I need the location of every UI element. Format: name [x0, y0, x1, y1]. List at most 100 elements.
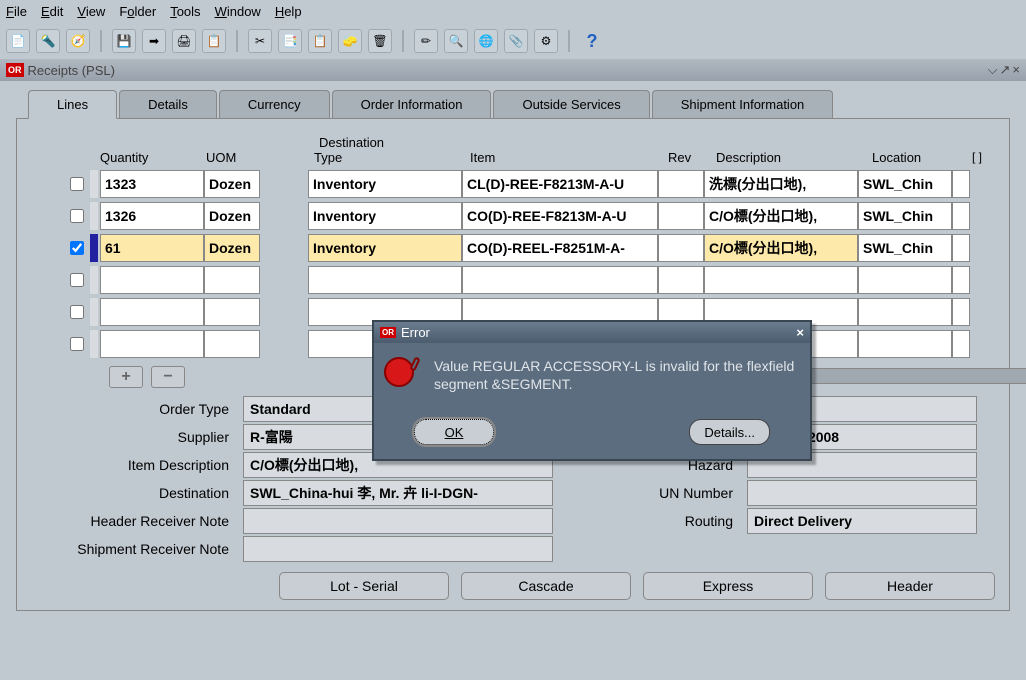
tool-translate[interactable]: 🌐 — [474, 29, 498, 53]
flex-input[interactable] — [952, 298, 970, 326]
table-row — [64, 200, 1026, 232]
item-input[interactable] — [462, 170, 658, 198]
tool-cut[interactable]: ✂ — [248, 29, 272, 53]
uom-input[interactable] — [204, 298, 260, 326]
dest-type-input[interactable] — [308, 266, 462, 294]
tool-nav[interactable]: 🧭 — [66, 29, 90, 53]
uom-input[interactable] — [204, 170, 260, 198]
rev-input[interactable] — [658, 202, 704, 230]
description-input[interactable] — [704, 266, 858, 294]
ok-button[interactable]: OK — [414, 419, 494, 445]
tab-order-info[interactable]: Order Information — [332, 90, 492, 119]
col-location: Location — [872, 150, 968, 168]
location-input[interactable] — [858, 234, 952, 262]
rev-input[interactable] — [658, 234, 704, 262]
rev-input[interactable] — [658, 266, 704, 294]
location-input[interactable] — [858, 202, 952, 230]
dest-type-input[interactable] — [308, 234, 462, 262]
error-titlebar[interactable]: OR Error × — [374, 322, 810, 343]
tool-save[interactable]: 💾 — [112, 29, 136, 53]
menu-window[interactable]: Window — [215, 4, 261, 19]
dest-type-input[interactable] — [308, 170, 462, 198]
description-input[interactable] — [704, 202, 858, 230]
tool-attach[interactable]: 📎 — [504, 29, 528, 53]
tool-folder[interactable]: ⚙ — [534, 29, 558, 53]
flex-input[interactable] — [952, 202, 970, 230]
tab-details[interactable]: Details — [119, 90, 217, 119]
description-input[interactable] — [704, 170, 858, 198]
destination-field[interactable] — [243, 480, 553, 506]
add-row-button[interactable]: + — [109, 366, 143, 388]
rev-input[interactable] — [658, 170, 704, 198]
express-button[interactable]: Express — [643, 572, 813, 600]
menu-folder[interactable]: Folder — [119, 4, 156, 19]
menu-edit[interactable]: Edit — [41, 4, 63, 19]
shipment-recv-field[interactable] — [243, 536, 553, 562]
header-recv-field[interactable] — [243, 508, 553, 534]
routing-field[interactable] — [747, 508, 977, 534]
row-checkbox[interactable] — [70, 241, 84, 255]
quantity-input[interactable] — [100, 202, 204, 230]
item-input[interactable] — [462, 266, 658, 294]
flex-input[interactable] — [952, 234, 970, 262]
row-checkbox[interactable] — [70, 177, 84, 191]
location-input[interactable] — [858, 330, 952, 358]
row-indicator — [90, 170, 98, 198]
uom-input[interactable] — [204, 330, 260, 358]
remove-row-button[interactable]: − — [151, 366, 185, 388]
tool-copy[interactable]: 📑 — [278, 29, 302, 53]
flex-input[interactable] — [952, 266, 970, 294]
tool-paste[interactable]: 📋 — [308, 29, 332, 53]
tool-clear[interactable]: 🧽 — [338, 29, 362, 53]
quantity-input[interactable] — [100, 234, 204, 262]
uom-input[interactable] — [204, 234, 260, 262]
menu-tools[interactable]: Tools — [170, 4, 200, 19]
tool-next[interactable]: ➡ — [142, 29, 166, 53]
menu-view[interactable]: View — [77, 4, 105, 19]
details-button[interactable]: Details... — [689, 419, 770, 445]
row-checkbox[interactable] — [70, 305, 84, 319]
quantity-input[interactable] — [100, 266, 204, 294]
tool-close[interactable]: 📋 — [202, 29, 226, 53]
quantity-input[interactable] — [100, 170, 204, 198]
window-restore-icon[interactable]: ↗ — [1000, 62, 1011, 78]
cascade-button[interactable]: Cascade — [461, 572, 631, 600]
uom-input[interactable] — [204, 266, 260, 294]
tab-currency[interactable]: Currency — [219, 90, 330, 119]
tool-print[interactable]: 🖨 — [172, 29, 196, 53]
window-close-icon[interactable]: × — [1012, 62, 1020, 78]
uom-input[interactable] — [204, 202, 260, 230]
tool-zoom[interactable]: 🔍 — [444, 29, 468, 53]
flex-input[interactable] — [952, 170, 970, 198]
row-checkbox[interactable] — [70, 209, 84, 223]
close-icon[interactable]: × — [796, 325, 804, 340]
shipment-recv-label: Shipment Receiver Note — [49, 541, 229, 557]
flex-input[interactable] — [952, 330, 970, 358]
tool-help[interactable]: ? — [580, 29, 604, 53]
menu-help[interactable]: Help — [275, 4, 302, 19]
un-number-field[interactable] — [747, 480, 977, 506]
row-checkbox[interactable] — [70, 337, 84, 351]
lot-serial-button[interactable]: Lot - Serial — [279, 572, 449, 600]
tab-shipment-info[interactable]: Shipment Information — [652, 90, 834, 119]
description-input[interactable] — [704, 234, 858, 262]
tool-delete[interactable]: 🗑 — [368, 29, 392, 53]
quantity-input[interactable] — [100, 330, 204, 358]
item-input[interactable] — [462, 234, 658, 262]
location-input[interactable] — [858, 266, 952, 294]
tool-new[interactable]: 📄 — [6, 29, 30, 53]
window-min-icon[interactable]: ⌵ — [988, 62, 998, 78]
header-button[interactable]: Header — [825, 572, 995, 600]
dest-type-input[interactable] — [308, 202, 462, 230]
tool-find[interactable]: 🔦 — [36, 29, 60, 53]
location-input[interactable] — [858, 170, 952, 198]
menu-file[interactable]: File — [6, 4, 27, 19]
error-dialog: OR Error × Value REGULAR ACCESSORY-L is … — [372, 320, 812, 461]
tab-outside-services[interactable]: Outside Services — [493, 90, 649, 119]
location-input[interactable] — [858, 298, 952, 326]
quantity-input[interactable] — [100, 298, 204, 326]
row-checkbox[interactable] — [70, 273, 84, 287]
item-input[interactable] — [462, 202, 658, 230]
tab-lines[interactable]: Lines — [28, 90, 117, 119]
tool-edit[interactable]: ✏ — [414, 29, 438, 53]
